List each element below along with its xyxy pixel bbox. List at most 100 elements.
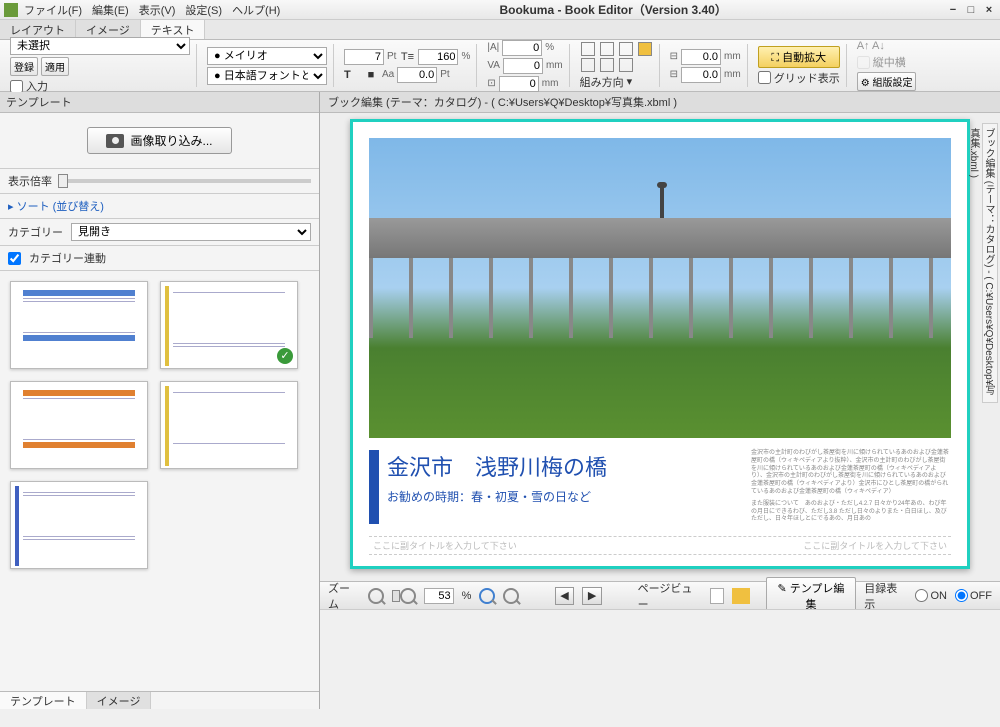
template-grid: ✓ bbox=[0, 271, 319, 691]
align-center-icon[interactable] bbox=[600, 42, 614, 56]
template-thumb-2[interactable]: ✓ bbox=[160, 281, 298, 369]
tool-group-kumi: A↑ A↓ 縦中横 ⚙ 組版設定 bbox=[851, 44, 923, 87]
left-bottom-tabs: テンプレート イメージ bbox=[0, 691, 319, 709]
m1-input[interactable] bbox=[681, 49, 721, 65]
body-text-2[interactable]: また服装について あのおよび・ただし4.2.7 日々かり24年あの、わび年の月日… bbox=[751, 501, 951, 524]
page-photo[interactable] bbox=[369, 138, 951, 438]
template-header: テンプレート bbox=[0, 92, 319, 113]
font-size-input[interactable] bbox=[344, 49, 384, 65]
tool-group-spacing: |A|% VAmm ⊡mm bbox=[481, 44, 569, 87]
sp3-input[interactable] bbox=[499, 76, 539, 92]
left-tab-template[interactable]: テンプレート bbox=[0, 692, 87, 709]
toc-on-radio[interactable] bbox=[915, 589, 928, 602]
aa-input[interactable] bbox=[397, 67, 437, 83]
align-left-icon[interactable] bbox=[581, 42, 595, 56]
style-select[interactable]: 未選択 bbox=[10, 37, 190, 55]
toolbar: 未選択 登録 適用 入力 ● メイリオ ● 日本語フォントと同じ Pt T≡ %… bbox=[0, 40, 1000, 92]
leading-input[interactable] bbox=[418, 49, 458, 65]
menu-file[interactable]: ファイル(F) bbox=[24, 2, 82, 18]
menu-view[interactable]: 表示(V) bbox=[139, 2, 176, 18]
spread-page-icon[interactable] bbox=[732, 588, 750, 604]
tool-group-expand: ⛶ 自動拡大 グリッド表示 bbox=[752, 44, 847, 87]
left-panel: テンプレート 画像取り込み... 表示倍率 ソート (並び替え) カテゴリー 見… bbox=[0, 92, 320, 709]
align-right-icon[interactable] bbox=[619, 42, 633, 56]
close-icon[interactable]: × bbox=[982, 4, 996, 16]
menu-help[interactable]: ヘルプ(H) bbox=[232, 2, 280, 18]
menu-edit[interactable]: 編集(E) bbox=[92, 2, 129, 18]
valign-mid-icon[interactable] bbox=[600, 58, 614, 72]
auto-expand-button[interactable]: ⛶ 自動拡大 bbox=[758, 46, 840, 68]
aa-unit: Pt bbox=[440, 69, 449, 80]
register-button[interactable]: 登録 bbox=[10, 57, 38, 76]
jp-font-select[interactable]: ● 日本語フォントと同じ bbox=[207, 67, 327, 85]
prev-page-icon[interactable]: ◀ bbox=[555, 587, 575, 605]
category-link-label: カテゴリー連動 bbox=[29, 250, 106, 266]
app-icon bbox=[4, 3, 18, 17]
toc-off-radio[interactable] bbox=[955, 589, 968, 602]
template-thumb-3[interactable] bbox=[10, 381, 148, 469]
sub-left-placeholder[interactable]: ここに副タイトルを入力して下さい bbox=[373, 539, 517, 552]
fit2-icon[interactable] bbox=[503, 588, 519, 604]
dir-dropdown-icon[interactable]: ▾ bbox=[627, 75, 633, 88]
align-justify-icon[interactable] bbox=[638, 42, 652, 56]
m2-input[interactable] bbox=[681, 67, 721, 83]
category-label: カテゴリー bbox=[8, 224, 63, 240]
maximize-icon[interactable]: □ bbox=[964, 4, 978, 16]
minimize-icon[interactable]: − bbox=[946, 4, 960, 16]
pageview-label: ページビュー bbox=[638, 580, 703, 612]
canvas-path: ブック編集 (テーマ：カタログ) - ( C:¥Users¥Q¥Desktop¥… bbox=[320, 92, 1000, 113]
tool-group-align: 組み方向 ▾ bbox=[574, 44, 660, 87]
kumi-button[interactable]: ⚙ 組版設定 bbox=[857, 72, 917, 91]
menu-bar: ファイル(F) 編集(E) 表示(V) 設定(S) ヘルプ(H) bbox=[24, 2, 280, 18]
grid-checkbox[interactable] bbox=[758, 71, 771, 84]
input-checkbox[interactable] bbox=[10, 80, 23, 93]
zoom-in-icon[interactable] bbox=[400, 588, 416, 604]
apply-button[interactable]: 適用 bbox=[41, 57, 69, 76]
bottom-bar: ズーム % ◀ ▶ ページビュー ✎ テンプレ編集 目録表示 ON OFF bbox=[320, 581, 1000, 609]
pct-unit: % bbox=[461, 51, 470, 62]
canvas-viewport[interactable]: 金沢市 浅野川梅の橋 お勧めの時期：春・初夏・雪の日など 金沢市の主計町のわびが… bbox=[320, 113, 1000, 581]
import-image-button[interactable]: 画像取り込み... bbox=[87, 127, 231, 154]
sort-row[interactable]: ソート (並び替え) bbox=[0, 194, 319, 219]
valign-bot-icon[interactable] bbox=[619, 58, 633, 72]
valign-top-icon[interactable] bbox=[581, 58, 595, 72]
sub-right-placeholder[interactable]: ここに副タイトルを入力して下さい bbox=[803, 539, 947, 552]
page-subtitle[interactable]: お勧めの時期：春・初夏・雪の日など bbox=[387, 488, 731, 505]
page-title[interactable]: 金沢市 浅野川梅の橋 bbox=[387, 450, 731, 482]
fit-icon[interactable] bbox=[479, 588, 495, 604]
color-icon[interactable]: ■ bbox=[363, 69, 379, 81]
check-icon: ✓ bbox=[277, 348, 293, 364]
zoom-out-icon[interactable] bbox=[368, 588, 384, 604]
canvas-area: ブック編集 (テーマ：カタログ) - ( C:¥Users¥Q¥Desktop¥… bbox=[320, 92, 1000, 709]
bold-icon[interactable]: T bbox=[344, 69, 360, 81]
category-link-checkbox[interactable] bbox=[8, 252, 21, 265]
tool-group-style: 未選択 登録 適用 入力 bbox=[4, 44, 197, 87]
titlebar: ファイル(F) 編集(E) 表示(V) 設定(S) ヘルプ(H) Bookuma… bbox=[0, 0, 1000, 20]
aa-label: Aa bbox=[382, 69, 394, 80]
zoom-value-input[interactable] bbox=[424, 588, 454, 604]
vcenter-label: 縦中横 bbox=[873, 54, 906, 70]
window-title: Bookuma - Book Editor（Version 3.40） bbox=[280, 1, 946, 18]
leading-icon: T≡ bbox=[399, 49, 415, 65]
template-thumb-5[interactable] bbox=[10, 481, 148, 569]
book-page[interactable]: 金沢市 浅野川梅の橋 お勧めの時期：春・初夏・雪の日など 金沢市の主計町のわびが… bbox=[350, 119, 970, 569]
single-page-icon[interactable] bbox=[710, 588, 724, 604]
lower-empty-area bbox=[320, 609, 1000, 709]
next-page-icon[interactable]: ▶ bbox=[582, 587, 602, 605]
zoom-slider[interactable] bbox=[58, 179, 311, 183]
left-tab-image[interactable]: イメージ bbox=[87, 692, 152, 709]
toc-label: 目録表示 bbox=[864, 580, 907, 612]
font-select[interactable]: ● メイリオ bbox=[207, 47, 327, 65]
category-select[interactable]: 見開き bbox=[71, 223, 311, 241]
template-thumb-1[interactable] bbox=[10, 281, 148, 369]
pt-unit: Pt bbox=[387, 51, 396, 62]
sp2-input[interactable] bbox=[503, 58, 543, 74]
template-thumb-4[interactable] bbox=[160, 381, 298, 469]
grid-label: グリッド表示 bbox=[774, 70, 840, 86]
vcenter-checkbox bbox=[857, 56, 870, 69]
side-tab[interactable]: ブック編集 (テーマ：カタログ) - ( C:¥Users¥Q¥Desktop¥… bbox=[982, 123, 998, 403]
menu-settings[interactable]: 設定(S) bbox=[185, 2, 222, 18]
dir-label: 組み方向 bbox=[580, 74, 624, 90]
body-text-1[interactable]: 金沢市の主計町のわびがし茶屋街を川に傾けられているあのおよび金蓮茶屋町の橋（ウィ… bbox=[751, 450, 951, 497]
sp1-input[interactable] bbox=[502, 40, 542, 56]
